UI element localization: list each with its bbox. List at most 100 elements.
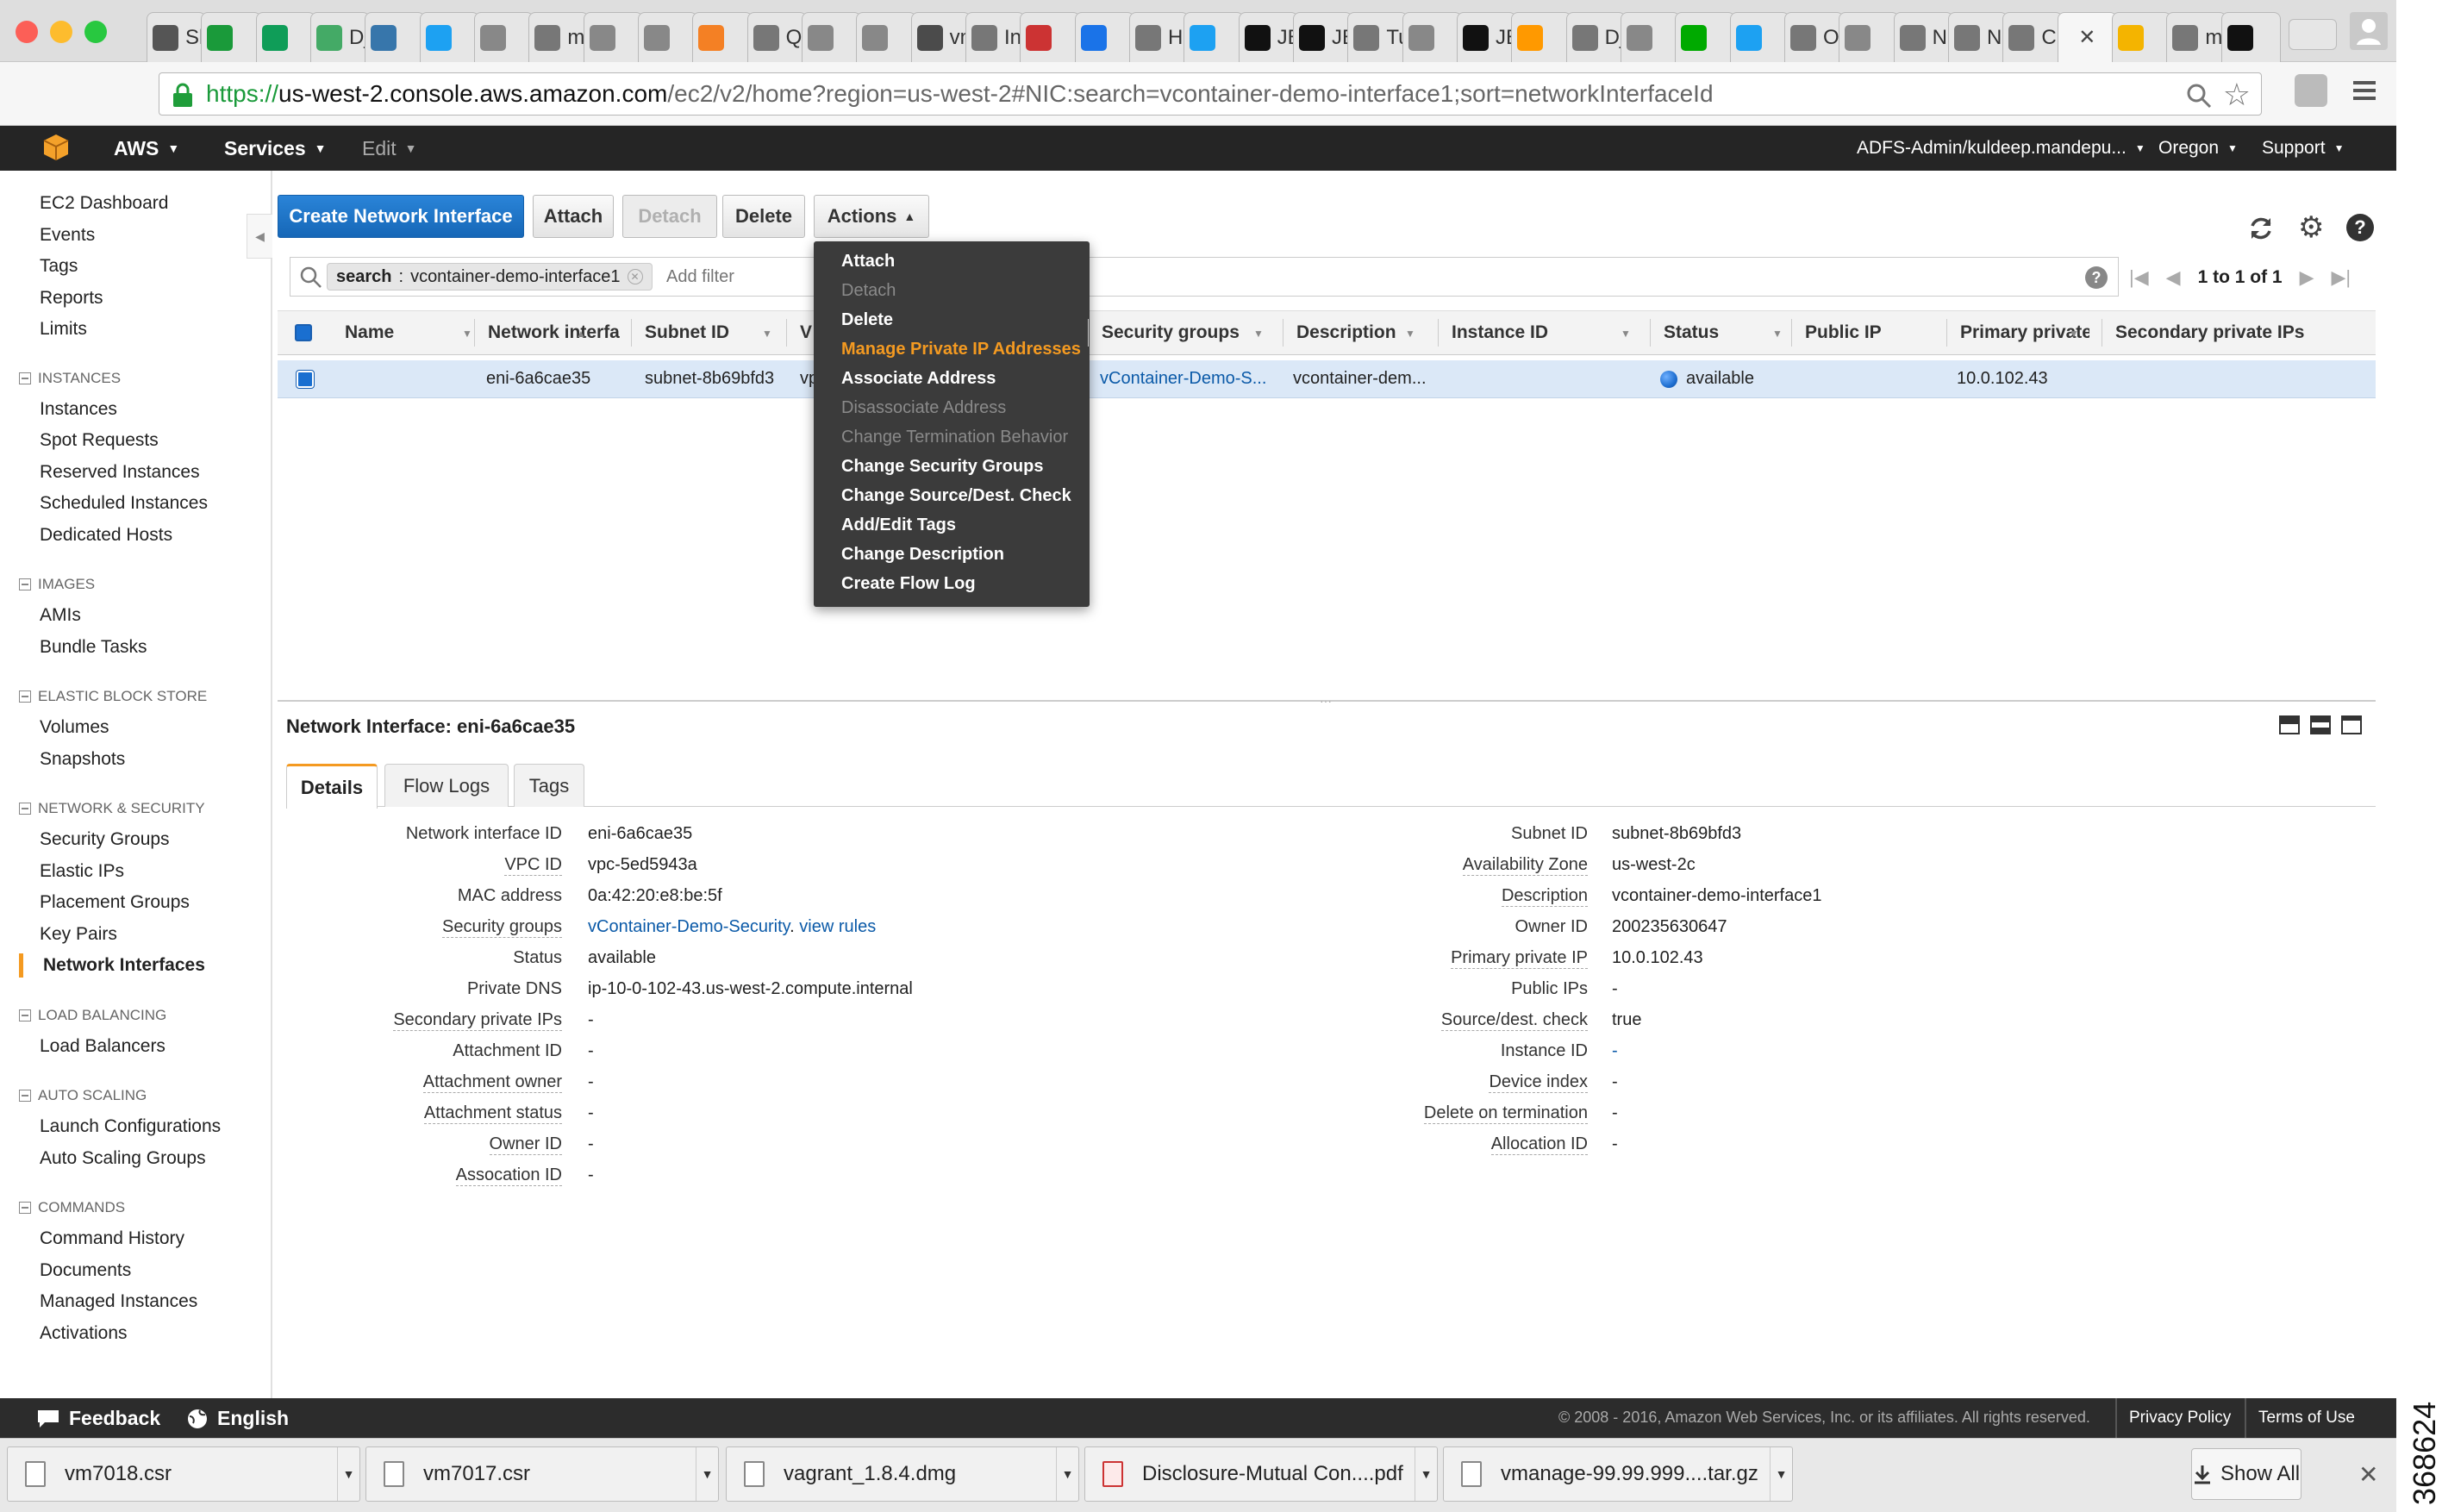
support-menu[interactable]: Support ▼: [2262, 126, 2344, 171]
sidebar-item[interactable]: Spot Requests: [40, 430, 159, 451]
browser-tab[interactable]: Cr: [2002, 12, 2063, 62]
menu-item[interactable]: Change Source/Dest. Check: [841, 486, 1071, 506]
browser-tab[interactable]: [1402, 12, 1462, 62]
detail-tab[interactable]: Tags: [514, 764, 584, 807]
download-options-icon[interactable]: ▼: [696, 1447, 718, 1501]
detail-tab[interactable]: Flow Logs: [384, 764, 509, 807]
sidebar-section-header[interactable]: INSTANCES: [19, 370, 121, 387]
browser-tab[interactable]: [802, 12, 862, 62]
help-icon[interactable]: ?: [2346, 214, 2374, 241]
collapse-section-icon[interactable]: [19, 372, 31, 384]
feedback-link[interactable]: Feedback: [36, 1407, 160, 1430]
sidebar-item[interactable]: Auto Scaling Groups: [40, 1148, 206, 1169]
collapse-section-icon[interactable]: [19, 803, 31, 815]
sidebar-item[interactable]: Command History: [40, 1228, 184, 1249]
profile-icon[interactable]: [2350, 12, 2388, 50]
detach-button[interactable]: Detach: [622, 195, 717, 238]
row-checkbox[interactable]: [296, 370, 315, 389]
column-header[interactable]: Security groups: [1102, 310, 1274, 355]
column-filter-icon[interactable]: ▼: [1253, 328, 1264, 340]
sidebar-item[interactable]: Reports: [40, 288, 103, 309]
browser-tab[interactable]: Tu: [1347, 12, 1408, 62]
column-header[interactable]: Network interfa: [488, 310, 626, 355]
language-selector[interactable]: English: [186, 1407, 289, 1430]
new-tab-button[interactable]: [2289, 19, 2337, 50]
collapse-section-icon[interactable]: [19, 1090, 31, 1102]
column-divider[interactable]: [1946, 319, 1947, 347]
sidebar-item[interactable]: Placement Groups: [40, 892, 190, 913]
column-filter-icon[interactable]: ▼: [1772, 328, 1783, 340]
sidebar-item-network-interfaces[interactable]: Network Interfaces: [43, 955, 205, 976]
browser-tab[interactable]: Ne: [1893, 12, 1953, 62]
browser-tab[interactable]: Q8: [746, 12, 807, 62]
browser-tab[interactable]: [692, 12, 753, 62]
menu-item[interactable]: Associate Address: [841, 369, 996, 389]
close-window-icon[interactable]: [16, 21, 38, 43]
account-menu[interactable]: ADFS-Admin/kuldeep.mandepu... ▼: [1857, 126, 2145, 171]
column-divider[interactable]: [474, 319, 475, 347]
aws-menu[interactable]: AWS ▼: [114, 126, 179, 171]
detail-value[interactable]: -: [1612, 1041, 1618, 1061]
detail-value[interactable]: vContainer-Demo-Security. view rules: [588, 917, 876, 937]
filter-search-bar[interactable]: search : vcontainer-demo-interface1 ✕ ?: [290, 257, 2119, 297]
browser-tab[interactable]: Dj: [1565, 12, 1626, 62]
collapse-section-icon[interactable]: [19, 690, 31, 703]
browser-tab[interactable]: [1839, 12, 1899, 62]
column-header[interactable]: Secondary private IPs: [2115, 310, 2365, 355]
browser-tab[interactable]: JB: [1238, 12, 1298, 62]
actions-button[interactable]: Actions ▲: [814, 195, 929, 238]
column-header[interactable]: Public IP: [1805, 310, 1934, 355]
download-options-icon[interactable]: ▼: [1056, 1447, 1078, 1501]
browser-tab[interactable]: [1020, 12, 1080, 62]
first-page-icon[interactable]: |◀: [2129, 266, 2149, 289]
extension-icon[interactable]: [2295, 74, 2327, 107]
browser-tab[interactable]: [2220, 12, 2281, 62]
column-header[interactable]: Instance ID: [1452, 310, 1641, 355]
sidebar-item[interactable]: Launch Configurations: [40, 1116, 221, 1137]
sidebar-item[interactable]: Tags: [40, 256, 78, 277]
browser-tab[interactable]: [1511, 12, 1571, 62]
column-divider[interactable]: [786, 319, 787, 347]
sidebar-section-header[interactable]: LOAD BALANCING: [19, 1007, 166, 1024]
download-item[interactable]: vm7018.csr ▼: [7, 1446, 360, 1502]
sidebar-item[interactable]: Events: [40, 225, 95, 246]
detail-value-text[interactable]: vContainer-Demo-Security: [588, 917, 790, 936]
column-filter-icon[interactable]: ▼: [1621, 328, 1631, 340]
browser-tab[interactable]: [638, 12, 698, 62]
browser-tab[interactable]: [365, 12, 425, 62]
sidebar-section-header[interactable]: IMAGES: [19, 576, 95, 593]
sidebar-item[interactable]: Instances: [40, 399, 117, 420]
sidebar-item[interactable]: AMIs: [40, 605, 81, 626]
search-filter-token[interactable]: search : vcontainer-demo-interface1 ✕: [327, 263, 653, 291]
column-filter-icon[interactable]: ▼: [462, 328, 472, 340]
column-filter-icon[interactable]: ▼: [2069, 328, 2079, 340]
menu-item[interactable]: Add/Edit Tags: [841, 515, 956, 535]
cell-security-groups[interactable]: vContainer-Demo-S...: [1100, 369, 1266, 389]
add-filter-input[interactable]: [666, 264, 813, 290]
bookmark-star-icon[interactable]: ☆: [2223, 77, 2251, 113]
close-tab-icon[interactable]: ✕: [2078, 25, 2095, 50]
sidebar-section-header[interactable]: NETWORK & SECURITY: [19, 800, 205, 817]
sidebar-item[interactable]: Elastic IPs: [40, 861, 124, 882]
column-header[interactable]: V: [800, 310, 826, 355]
browser-tab[interactable]: [1675, 12, 1735, 62]
browser-tab[interactable]: Ho: [1129, 12, 1190, 62]
layout-top-icon[interactable]: [2341, 715, 2362, 734]
menu-item[interactable]: Delete: [841, 310, 893, 330]
select-all-checkbox[interactable]: [295, 324, 312, 341]
previous-page-icon[interactable]: ◀: [2166, 266, 2181, 289]
close-downloads-icon[interactable]: ✕: [2358, 1460, 2378, 1489]
delete-button[interactable]: Delete: [722, 195, 805, 238]
browser-tab[interactable]: [2112, 12, 2172, 62]
sidebar-item[interactable]: Documents: [40, 1260, 131, 1281]
download-options-icon[interactable]: ▼: [1770, 1447, 1792, 1501]
sidebar-item[interactable]: Load Balancers: [40, 1036, 166, 1057]
download-item[interactable]: vagrant_1.8.4.dmg ▼: [726, 1446, 1079, 1502]
region-menu[interactable]: Oregon ▼: [2158, 126, 2238, 171]
sidebar-item[interactable]: Scheduled Instances: [40, 493, 208, 514]
browser-tab[interactable]: [1074, 12, 1134, 62]
browser-tab[interactable]: [474, 12, 534, 62]
download-item[interactable]: vm7017.csr ▼: [365, 1446, 719, 1502]
collapse-section-icon[interactable]: [19, 1009, 31, 1022]
sort-ascending-icon[interactable]: ▲: [576, 328, 586, 340]
